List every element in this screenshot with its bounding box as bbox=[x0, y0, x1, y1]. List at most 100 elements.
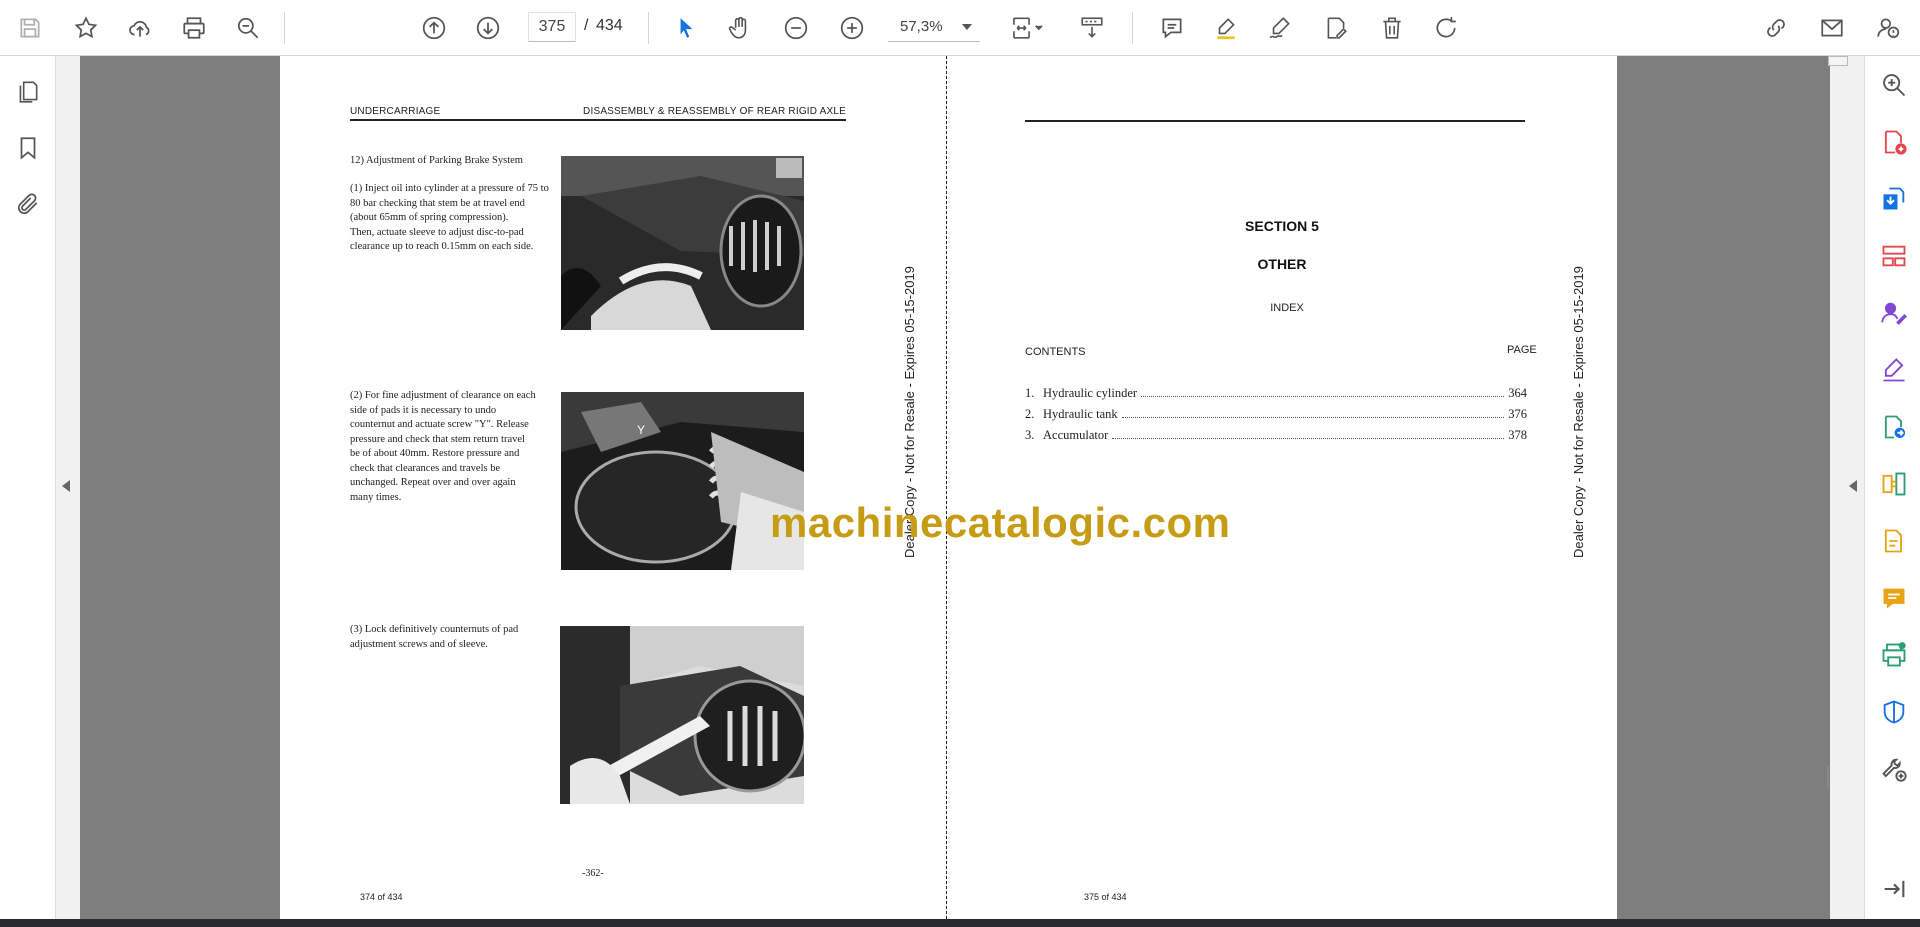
email-button[interactable] bbox=[1814, 10, 1850, 46]
toc-entry[interactable]: 2. Hydraulic tank 376 bbox=[1025, 407, 1527, 425]
section-heading: 12) Adjustment of Parking Brake System bbox=[350, 155, 523, 166]
bookmarks-panel-button[interactable] bbox=[12, 132, 44, 164]
delete-button[interactable] bbox=[1374, 10, 1410, 46]
hand-tool-button[interactable] bbox=[722, 10, 758, 46]
page-number-printed: -362- bbox=[582, 868, 604, 879]
account-help-icon bbox=[1877, 18, 1900, 39]
attachments-panel-button[interactable] bbox=[12, 188, 44, 220]
zoom-in-button[interactable] bbox=[834, 10, 870, 46]
next-page-icon bbox=[476, 16, 500, 40]
hand-pan-icon bbox=[728, 16, 747, 39]
delete-icon bbox=[1383, 17, 1401, 39]
comment-tool-icon bbox=[1883, 588, 1905, 609]
toolbar-separator bbox=[648, 12, 649, 44]
fill-sign-button[interactable] bbox=[1879, 355, 1909, 385]
vertical-scrollbar[interactable] bbox=[1828, 56, 1848, 66]
highlight-button[interactable] bbox=[1208, 10, 1244, 46]
left-navigation-pane bbox=[0, 56, 56, 919]
page-footer-right: 375 of 434 bbox=[1084, 892, 1127, 902]
fit-page-icon bbox=[1013, 17, 1043, 39]
comment-button[interactable] bbox=[1154, 10, 1190, 46]
chevron-down-icon bbox=[962, 24, 972, 30]
document-page-left: UNDERCARRIAGE DISASSEMBLY & REASSEMBLY O… bbox=[280, 56, 946, 919]
account-help-button[interactable] bbox=[1870, 10, 1906, 46]
bookmark-star-icon bbox=[74, 16, 98, 39]
print-button[interactable] bbox=[176, 10, 212, 46]
create-pdf-button[interactable] bbox=[1879, 127, 1909, 157]
rotate-button[interactable] bbox=[1428, 10, 1464, 46]
expand-panel-button[interactable] bbox=[1879, 874, 1909, 904]
bookmarks-icon bbox=[20, 137, 36, 160]
print-production-button[interactable] bbox=[1879, 640, 1909, 670]
page-column-label: PAGE bbox=[1507, 344, 1537, 356]
contents-label: CONTENTS bbox=[1025, 346, 1086, 358]
upload-button[interactable] bbox=[122, 10, 158, 46]
scroll-position-marker[interactable] bbox=[1827, 766, 1829, 788]
toolbar-separator bbox=[284, 12, 285, 44]
save-icon bbox=[20, 18, 40, 38]
scroll-mode-icon bbox=[1081, 17, 1103, 38]
protect-icon bbox=[1883, 700, 1905, 724]
edit-text-icon bbox=[1327, 17, 1347, 39]
share-link-button[interactable] bbox=[1758, 10, 1794, 46]
edit-text-button[interactable] bbox=[1318, 10, 1354, 46]
photo-counternut-lock-image bbox=[560, 626, 804, 804]
export-pdf-button[interactable] bbox=[1879, 184, 1909, 214]
fill-sign-icon bbox=[1883, 358, 1905, 382]
page-total: 434 bbox=[596, 17, 623, 34]
collapse-left-pane-icon[interactable] bbox=[62, 480, 70, 492]
attachments-icon bbox=[17, 193, 38, 215]
pages-icon bbox=[19, 81, 38, 103]
photo-brake-cylinder-image bbox=[561, 156, 804, 330]
select-tool-button[interactable] bbox=[668, 10, 704, 46]
comment-icon bbox=[1162, 18, 1182, 39]
watermark-text: machinecatalogic.com bbox=[770, 499, 1231, 546]
select-cursor-icon bbox=[680, 18, 693, 38]
zoom-level-select[interactable]: 57,3% bbox=[888, 12, 980, 42]
header-rule bbox=[350, 119, 846, 121]
prev-page-button[interactable] bbox=[416, 10, 452, 46]
viewer-gutter-right bbox=[1617, 56, 1830, 919]
fit-page-button[interactable] bbox=[1004, 10, 1052, 46]
toc-entry[interactable]: 3. Accumulator 378 bbox=[1025, 428, 1527, 446]
edit-pdf-icon bbox=[1884, 529, 1902, 553]
find-button[interactable] bbox=[230, 10, 266, 46]
edit-pdf-button[interactable] bbox=[1879, 526, 1909, 556]
expand-panel-icon bbox=[1884, 880, 1905, 898]
document-viewer[interactable]: UNDERCARRIAGE DISASSEMBLY & REASSEMBLY O… bbox=[56, 56, 1864, 919]
prev-page-icon bbox=[422, 16, 446, 40]
viewer-gutter-left bbox=[80, 56, 280, 919]
toc-entry[interactable]: 1. Hydraulic cylinder 364 bbox=[1025, 386, 1527, 404]
sign-button[interactable] bbox=[1262, 10, 1298, 46]
step-2-text: (2) For fine adjustment of clearance on … bbox=[350, 390, 536, 503]
highlight-icon bbox=[1217, 18, 1235, 40]
zoom-out-icon bbox=[784, 16, 808, 40]
save-button[interactable] bbox=[12, 10, 48, 46]
zoom-out-button[interactable] bbox=[778, 10, 814, 46]
scroll-mode-button[interactable] bbox=[1074, 10, 1110, 46]
zoom-tool-icon bbox=[1883, 74, 1906, 97]
compare-files-button[interactable] bbox=[1879, 469, 1909, 499]
zoom-in-icon bbox=[840, 16, 864, 40]
comment-tool-button[interactable] bbox=[1879, 583, 1909, 613]
step-3-text: (3) Lock definitively counternuts of pad… bbox=[350, 624, 519, 650]
print-production-icon bbox=[1882, 642, 1906, 667]
share-link-icon bbox=[1767, 19, 1785, 37]
send-review-button[interactable] bbox=[1879, 412, 1909, 442]
request-signature-button[interactable] bbox=[1879, 298, 1909, 328]
bookmark-star-button[interactable] bbox=[68, 10, 104, 46]
protect-button[interactable] bbox=[1879, 697, 1909, 727]
page-number-input[interactable]: 375 bbox=[528, 12, 576, 42]
organize-pages-button[interactable] bbox=[1879, 241, 1909, 271]
email-icon bbox=[1821, 19, 1843, 37]
next-page-button[interactable] bbox=[470, 10, 506, 46]
sign-pen-icon bbox=[1269, 17, 1290, 39]
organize-pages-icon bbox=[1882, 245, 1906, 267]
upload-cloud-icon bbox=[129, 20, 150, 37]
zoom-tool-button[interactable] bbox=[1879, 70, 1909, 100]
zoom-level-value: 57,3% bbox=[900, 18, 943, 35]
collapse-right-pane-icon[interactable] bbox=[1849, 480, 1857, 492]
more-tools-button[interactable] bbox=[1879, 754, 1909, 784]
photo-label-y: Y bbox=[637, 423, 645, 437]
pages-panel-button[interactable] bbox=[12, 76, 44, 108]
